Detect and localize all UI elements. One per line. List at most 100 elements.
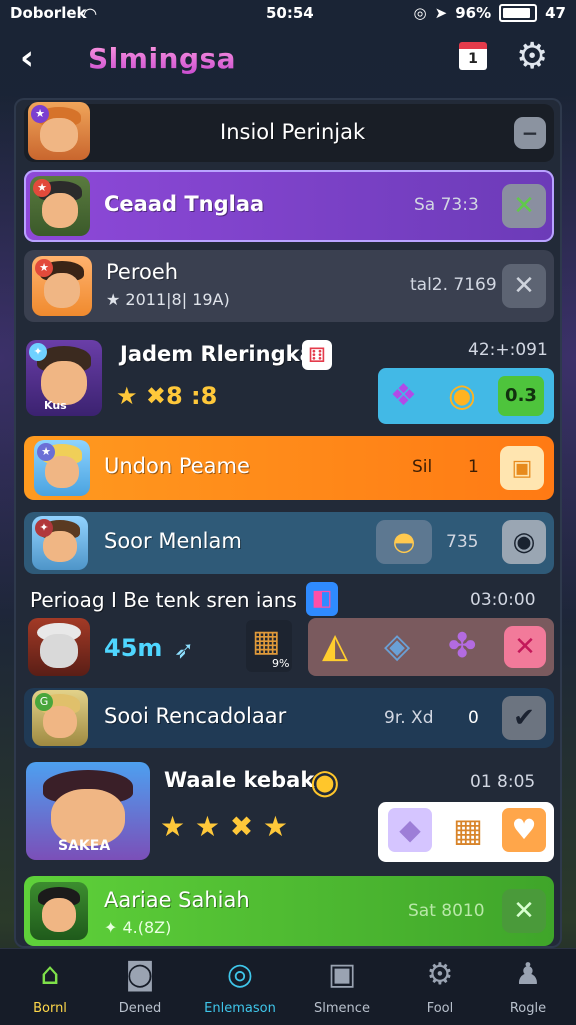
chest-button[interactable]: ▣ — [500, 446, 544, 490]
calendar-icon[interactable]: 1 — [459, 42, 487, 70]
player-value: Sil — [412, 457, 433, 477]
reward-box[interactable]: ◆ ▦ ♥ — [378, 802, 554, 862]
back-icon[interactable]: ‹ — [20, 38, 34, 78]
player-name: Peroeh — [106, 260, 179, 284]
dice-icon: ⚅ — [302, 340, 332, 370]
avatar: ✦ — [32, 516, 88, 570]
player-value: 735 — [446, 532, 479, 552]
player-value-2: 0 — [468, 708, 479, 728]
gear-icon[interactable]: ⚙ — [516, 36, 548, 77]
player-name: Ceaad Tnglaa — [104, 192, 265, 216]
chat-icon: ▣ — [327, 957, 357, 992]
settings-icon: ⚙ — [426, 957, 454, 992]
player-name: Perioag I Be tenk sren ians — [30, 588, 297, 612]
search-icon: ◎ — [226, 957, 254, 992]
player-value: tal2. 7169 — [410, 275, 497, 295]
list-item[interactable]: Perioag I Be tenk sren ians ◧ 03:0:00 45… — [24, 580, 554, 680]
app-bar: ‹ Slmingsa 1 ⚙ — [0, 26, 576, 90]
avatar: ★ — [32, 256, 92, 316]
player-value: 9r. Xd — [384, 708, 434, 728]
box-icon: ▦ — [252, 624, 281, 659]
tab-home[interactable]: ⌂ Bornl — [2, 957, 98, 1016]
clock: 50:54 — [266, 4, 314, 22]
avatar: ★ — [30, 176, 90, 236]
status-bar: Doborlek ◠ 50:54 ◎ ➤ 96% 47 — [0, 0, 576, 26]
player-name: Soor Menlam — [104, 529, 242, 553]
bell-icon: ◈ — [384, 626, 411, 666]
player-value: 03:0:00 — [470, 590, 536, 610]
avatar: ✦ Kus — [26, 340, 102, 416]
gift-icon: ❖ — [390, 378, 417, 413]
tab-label: Fool — [426, 1001, 454, 1016]
list-item[interactable]: ★ Peroeh ★ 2011|8| 19A) tal2. 7169 ✕ — [24, 250, 554, 322]
tab-label: Bornl — [33, 1001, 67, 1016]
horn-icon: ◭ — [322, 626, 349, 666]
player-name: Sooi Rencadolaar — [104, 704, 287, 728]
feather-icon: ➶ — [174, 636, 195, 664]
player-value: 42:+:091 — [468, 340, 548, 360]
header-title: Insiol Perinjak — [220, 120, 366, 144]
cube-icon: ◧ — [306, 582, 338, 616]
list-item[interactable]: ✦ Soor Menlam ◓ 735 ◉ — [24, 512, 554, 574]
tab-profile[interactable]: ♟ Rogle — [480, 957, 576, 1016]
player-name: Aariae Sahiah — [104, 888, 250, 912]
close-button[interactable]: ✕ — [504, 626, 546, 668]
carrier-label: Doborlek — [10, 4, 87, 22]
coins-icon: ◉ — [448, 376, 476, 414]
tab-fool[interactable]: ⚙ Fool — [392, 957, 488, 1016]
gem-icon: ◆ — [388, 808, 432, 852]
tab-label: Slmence — [314, 1001, 370, 1016]
list-item[interactable]: Aariae Sahiah ✦ 4.(8Z) Sat 8010 ✕ — [24, 876, 554, 946]
close-button[interactable]: ✕ — [502, 264, 546, 308]
alarm-icon: ◎ — [413, 4, 427, 22]
list-item[interactable]: G Sooi Rencadolaar 9r. Xd 0 ✔ — [24, 688, 554, 748]
coin-icon: ◉ — [310, 762, 340, 802]
reward-box[interactable]: ◭ ◈ ✤ ✕ — [308, 618, 554, 676]
list-item[interactable]: SAKEA Waale kebak ◉ ★ ★ ✖ ★ 01 8:05 ◆ ▦ … — [24, 756, 554, 866]
heart-icon: ♥ — [502, 808, 546, 852]
wifi-icon: ◠ — [84, 3, 97, 23]
battery-icon — [499, 4, 538, 22]
status-extra: 47 — [545, 4, 566, 22]
home-icon: ⌂ — [40, 957, 60, 992]
player-value-2: 1 — [468, 457, 479, 477]
battery-percent: 96% — [455, 4, 492, 22]
minus-button[interactable]: − — [514, 117, 546, 149]
avatar — [30, 882, 88, 940]
settings-button[interactable]: ◉ — [502, 520, 546, 564]
avatar: SAKEA — [26, 762, 150, 860]
page-title: Slmingsa — [88, 42, 237, 75]
list-item[interactable]: ★ Ceaad Tnglaa Sa 73:3 ✕ — [24, 170, 554, 242]
player-sub: ✦ 4.(8Z) — [104, 918, 172, 937]
tab-dened[interactable]: ◙ Dened — [92, 957, 188, 1016]
list-item[interactable]: ★ Undon Peame Sil 1 ▣ — [24, 436, 554, 500]
player-name: Jadem Rleringkat — [120, 342, 324, 366]
list-item[interactable]: ✦ Kus Jadem Rleringkat ⚅ ★ ✖8 :8 42:+:09… — [24, 332, 554, 428]
player-sub: ★ 2011|8| 19A) — [106, 290, 230, 309]
reward-box[interactable]: ❖ ◉ 0.3 — [378, 368, 554, 424]
profile-icon: ♟ — [514, 957, 542, 992]
reward-button[interactable]: 0.3 — [498, 376, 544, 416]
avatar — [28, 618, 90, 676]
player-score: 45m — [104, 634, 163, 662]
player-stars: ★ ★ ✖ ★ — [160, 810, 289, 843]
tab-chat[interactable]: ▣ Slmence — [294, 957, 390, 1016]
item-button[interactable]: ◓ — [376, 520, 432, 564]
close-button[interactable]: ✕ — [502, 889, 546, 933]
tab-label: Rogle — [509, 1001, 547, 1016]
avatar: ★ — [34, 440, 90, 496]
tab-label: Dened — [118, 1001, 162, 1016]
box-item: ▦ 9% — [246, 620, 292, 672]
avatar: G — [32, 690, 88, 746]
player-value: 01 8:05 — [470, 772, 536, 792]
header-row: ★ Insiol Perinjak − — [24, 102, 554, 162]
chest-icon: ▦ — [452, 811, 484, 849]
avatar-tag: Kus — [44, 399, 67, 412]
tab-search[interactable]: ◎ Enlemason — [192, 957, 288, 1016]
close-button[interactable]: ✕ — [502, 184, 546, 228]
check-button[interactable]: ✔ — [502, 696, 546, 740]
candy-icon: ✤ — [448, 626, 477, 666]
avatar-tag: SAKEA — [58, 838, 111, 854]
avatar: ★ — [28, 102, 90, 160]
status-right: ◎ ➤ 96% 47 — [414, 4, 566, 22]
